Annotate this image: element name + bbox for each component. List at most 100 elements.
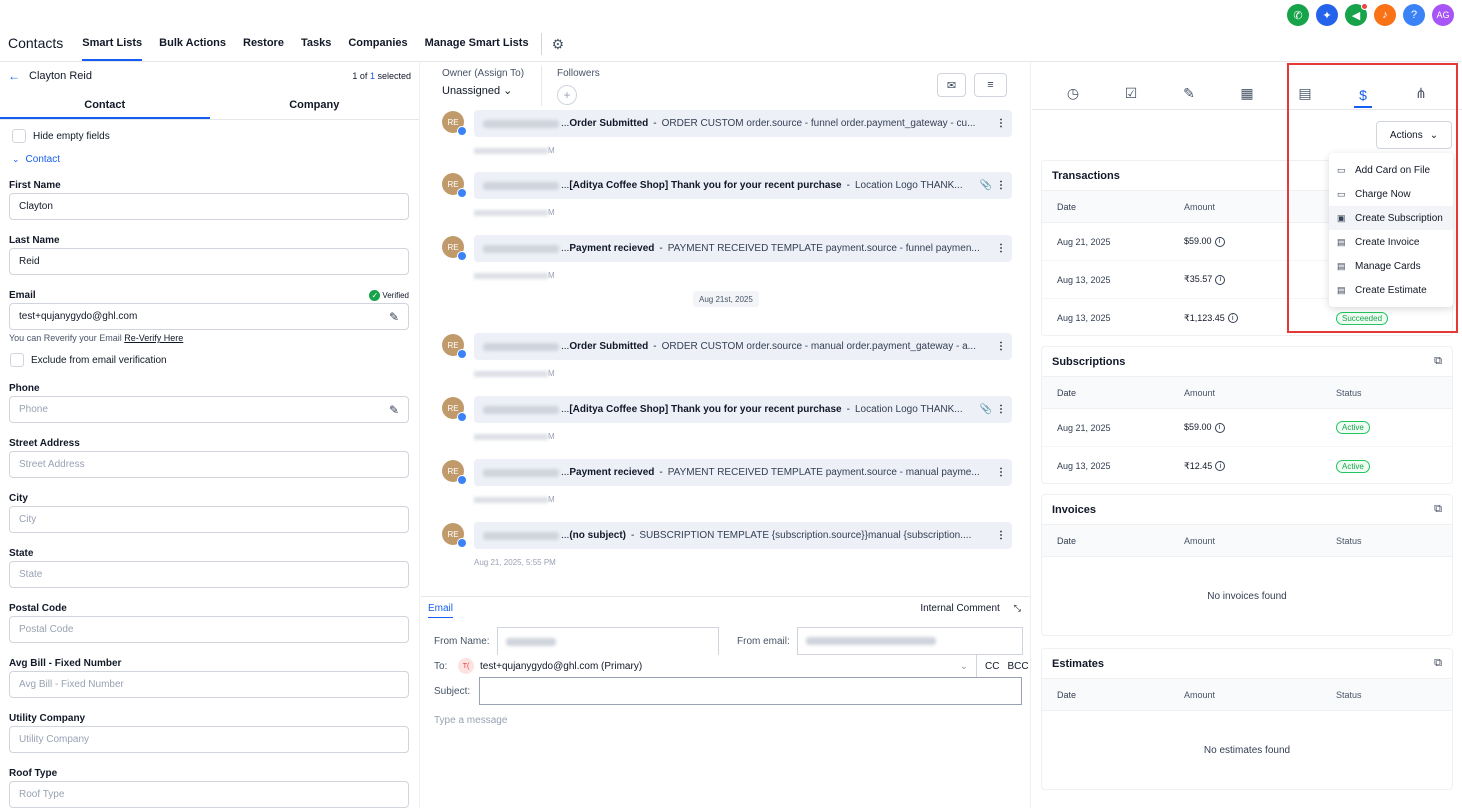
message-bubble[interactable]: ... (no subject) - SUBSCRIPTION TEMPLATE {…	[474, 522, 1012, 549]
contact-header: ← Clayton Reid 1 of 1 selected	[0, 62, 419, 90]
menu-item-create-estimate[interactable]: ▤ Create Estimate	[1329, 278, 1453, 302]
history-icon[interactable]: ◷	[1064, 84, 1082, 102]
tab-manage-smart-lists[interactable]: Manage Smart Lists	[425, 30, 529, 61]
checkbox[interactable]	[12, 129, 26, 143]
more-icon[interactable]: ⋮	[996, 118, 1006, 129]
first-name-input[interactable]: Clayton	[9, 193, 409, 220]
bell-icon[interactable]: ♪	[1374, 4, 1396, 26]
collapse-icon[interactable]: ⤡	[1014, 603, 1021, 614]
owner-selector[interactable]: Owner (Assign To) Unassigned ⌄	[442, 68, 524, 97]
message-bubble[interactable]: ... [Aditya Coffee Shop] Thank you for y…	[474, 396, 1012, 423]
menu-item-create-subscription[interactable]: ▣ Create Subscription	[1329, 206, 1453, 230]
tab-contact[interactable]: Contact	[0, 90, 210, 119]
from-email-input[interactable]	[797, 627, 1023, 655]
menu-item-add-card[interactable]: ▭ Add Card on File	[1329, 158, 1453, 182]
menu-item-manage-cards[interactable]: ▤ Manage Cards	[1329, 254, 1453, 278]
contact-section-header[interactable]: ⌄ Contact	[12, 154, 419, 165]
more-icon[interactable]: ⋮	[996, 243, 1006, 254]
tab-company[interactable]: Company	[210, 90, 420, 119]
envelope-icon[interactable]: ✉	[937, 73, 966, 97]
message-bubble[interactable]: ... [Aditya Coffee Shop] Thank you for y…	[474, 172, 1012, 199]
reverify-note: You can Reverify your Email Re-Verify He…	[9, 333, 184, 343]
external-link-icon[interactable]: ⧉	[1434, 657, 1442, 670]
dollar-icon[interactable]: $	[1354, 84, 1372, 108]
menu-item-charge-now[interactable]: ▭ Charge Now	[1329, 182, 1453, 206]
more-icon[interactable]: ⋮	[996, 180, 1006, 191]
info-icon[interactable]: i	[1227, 313, 1238, 324]
reverify-link[interactable]: Re-Verify Here	[124, 333, 183, 343]
message-input[interactable]: Type a message	[434, 715, 1031, 726]
message-bubble[interactable]: ... Payment recieved - PAYMENT RECEIVED TE…	[474, 459, 1012, 486]
message-bubble[interactable]: ... Payment recieved - PAYMENT RECEIVED TE…	[474, 235, 1012, 262]
back-arrow-icon[interactable]: ←	[8, 69, 20, 83]
tab-companies[interactable]: Companies	[348, 30, 407, 61]
conversation-panel: Owner (Assign To) Unassigned ⌄ Followers…	[421, 62, 1031, 808]
timestamp: M	[474, 146, 555, 155]
cc-button[interactable]: CC	[985, 661, 999, 672]
postal-input[interactable]: Postal Code	[9, 616, 409, 643]
exclude-verification-toggle[interactable]: Exclude from email verification	[10, 353, 419, 367]
from-name-input[interactable]	[497, 627, 719, 655]
more-icon[interactable]: ⋮	[996, 530, 1006, 541]
pencil-icon[interactable]: ✎	[389, 310, 399, 324]
utility-input[interactable]: Utility Company	[9, 726, 409, 753]
external-link-icon[interactable]: ⧉	[1434, 355, 1442, 368]
actions-button[interactable]: Actions ⌄	[1376, 121, 1452, 149]
table-row[interactable]: Aug 13, 2025 ₹12.45 i Active	[1042, 447, 1452, 485]
external-link-icon[interactable]: ⧉	[1434, 503, 1442, 516]
more-icon[interactable]: ⋮	[996, 467, 1006, 478]
hide-empty-fields-toggle[interactable]: Hide empty fields	[12, 129, 419, 143]
message-bubble[interactable]: ... Order Submitted - ORDER CUSTOM order.s…	[474, 110, 1012, 137]
help-icon[interactable]: ?	[1403, 4, 1425, 26]
page-title: Contacts	[8, 35, 64, 51]
timestamp: M	[474, 495, 555, 504]
info-icon[interactable]: i	[1214, 236, 1225, 247]
gear-icon[interactable]: ⚙	[552, 36, 565, 53]
filter-icon[interactable]: ≡	[974, 73, 1007, 97]
task-icon[interactable]: ☑	[1122, 84, 1140, 102]
more-icon[interactable]: ⋮	[996, 341, 1006, 352]
menu-item-create-invoice[interactable]: ▤ Create Invoice	[1329, 230, 1453, 254]
info-icon[interactable]: i	[1215, 274, 1226, 285]
avatar[interactable]: AG	[1432, 4, 1454, 26]
bcc-button[interactable]: BCC	[1007, 661, 1028, 672]
phone-input[interactable]: Phone ✎	[9, 396, 409, 423]
more-icon[interactable]: ⋮	[996, 404, 1006, 415]
tab-restore[interactable]: Restore	[243, 30, 284, 61]
workflow-icon[interactable]: ⋔	[1412, 84, 1430, 102]
tab-email[interactable]: Email	[428, 598, 454, 618]
tab-internal-comment[interactable]: Internal Comment	[920, 603, 999, 614]
phone-icon[interactable]: ✆	[1287, 4, 1309, 26]
street-input[interactable]: Street Address	[9, 451, 409, 478]
last-name-input[interactable]: Reid	[9, 248, 409, 275]
info-icon[interactable]: i	[1215, 461, 1226, 472]
tab-tasks[interactable]: Tasks	[301, 30, 331, 61]
from-name-label: From Name:	[434, 635, 490, 647]
email-input[interactable]: test+qujanygydo@ghl.com ✎	[9, 303, 409, 330]
first-name-field: First Name Clayton	[9, 178, 409, 220]
calendar-icon[interactable]: ▦	[1238, 84, 1256, 102]
tab-bulk-actions[interactable]: Bulk Actions	[159, 30, 226, 61]
table-row[interactable]: Aug 21, 2025 $59.00 i Active	[1042, 409, 1452, 447]
card-icon: ▭	[1337, 188, 1346, 199]
state-input[interactable]: State	[9, 561, 409, 588]
message-bubble[interactable]: ... Order Submitted - ORDER CUSTOM order.s…	[474, 333, 1012, 360]
checkbox[interactable]	[10, 353, 24, 367]
owner-value[interactable]: Unassigned ⌄	[442, 84, 524, 97]
city-input[interactable]: City	[9, 506, 409, 533]
last-name-field: Last Name Reid	[9, 233, 409, 275]
pencil-icon[interactable]: ✎	[389, 403, 399, 417]
field-label: State	[9, 547, 34, 559]
avg-bill-input[interactable]: Avg Bill - Fixed Number	[9, 671, 409, 698]
roof-input[interactable]: Roof Type	[9, 781, 409, 808]
document-icon[interactable]: ▤	[1296, 84, 1314, 102]
info-icon[interactable]: i	[1214, 422, 1225, 433]
add-follower-icon[interactable]: +	[557, 85, 577, 105]
recipient[interactable]: test+qujanygydo@ghl.com (Primary)	[480, 661, 642, 672]
chevron-down-icon[interactable]: ⌄	[960, 661, 968, 672]
sparkle-icon[interactable]: ✦	[1316, 4, 1338, 26]
subject-input[interactable]	[479, 677, 1022, 705]
tab-smart-lists[interactable]: Smart Lists	[82, 30, 143, 61]
pencil-icon[interactable]: ✎	[1180, 84, 1198, 102]
megaphone-icon[interactable]: ◀	[1345, 3, 1368, 26]
